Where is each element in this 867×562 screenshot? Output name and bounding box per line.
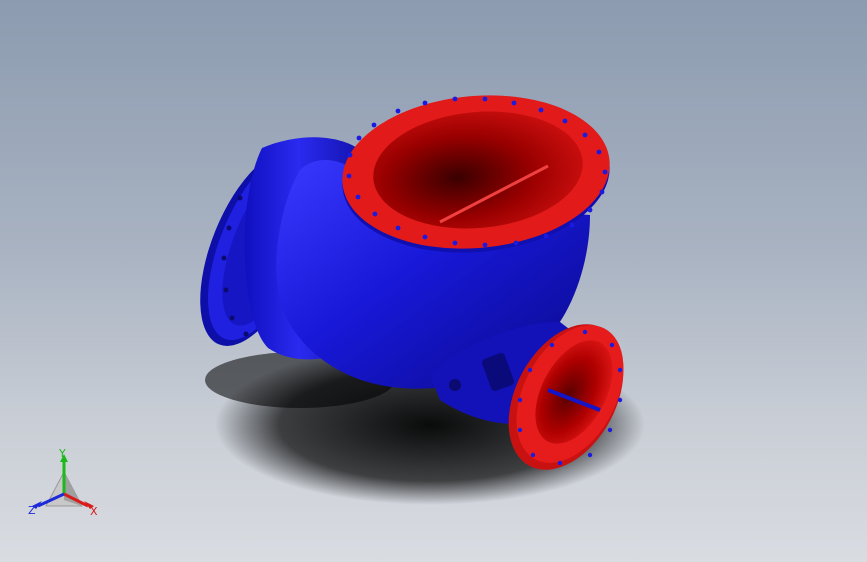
y-axis-label: Y (59, 447, 66, 460)
3d-viewport[interactable]: Y X Z (0, 0, 867, 562)
pump-casing-model[interactable] (0, 0, 867, 562)
orientation-triad[interactable]: Y X Z (22, 448, 108, 528)
z-axis-label: Z (28, 504, 36, 517)
x-axis-label: X (90, 505, 98, 518)
neck-boss (449, 379, 461, 391)
